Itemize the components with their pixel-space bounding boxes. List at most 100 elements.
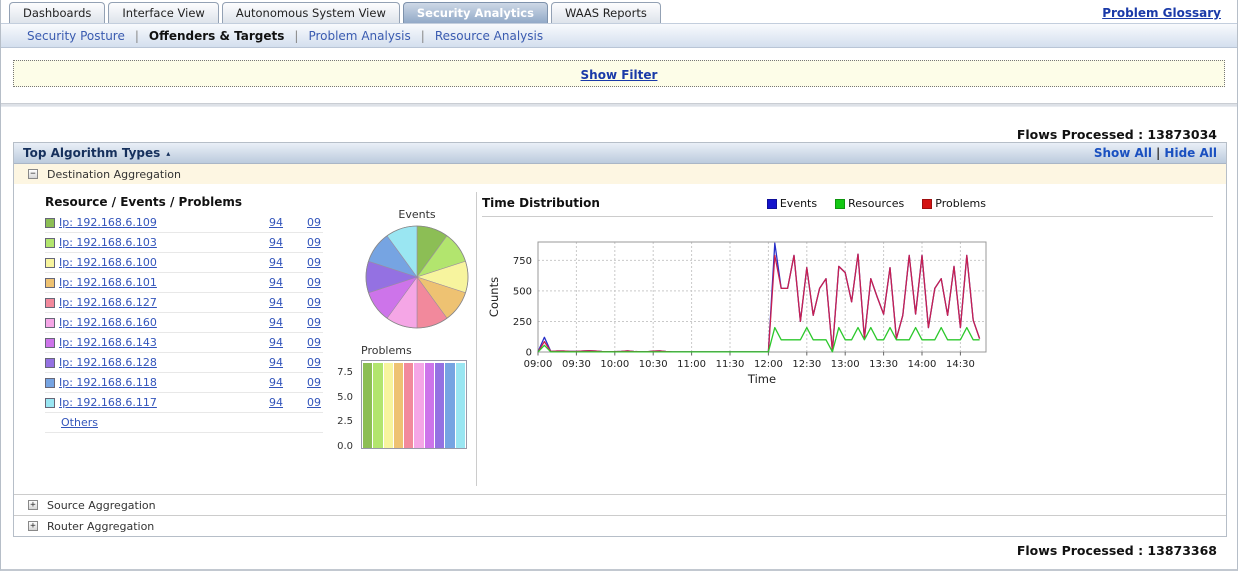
resource-row: Ip: 192.168.6.101 94 09 (45, 273, 323, 293)
destination-aggregation-row[interactable]: − Destination Aggregation (14, 164, 1226, 184)
svg-text:250: 250 (513, 317, 532, 328)
problem-bar (424, 362, 435, 448)
legend-label: Problems (935, 197, 986, 210)
svg-text:09:30: 09:30 (562, 359, 591, 370)
subnav-separator: | (134, 28, 139, 43)
panel-header: Top Algorithm Types ▴ Show All | Hide All (14, 143, 1226, 164)
resource-row: Ip: 192.168.6.143 94 09 (45, 333, 323, 353)
ip-link[interactable]: Ip: 192.168.6.109 (59, 216, 157, 229)
resource-row: Ip: 192.168.6.160 94 09 (45, 313, 323, 333)
events-pie-svg (365, 225, 469, 329)
events-count-link[interactable]: 94 (269, 236, 297, 249)
bar-ytick-label: 5.0 (337, 391, 353, 403)
events-pie-title: Events (398, 208, 436, 221)
tab-interface-view[interactable]: Interface View (108, 2, 219, 24)
legend-label: Events (779, 197, 818, 210)
expand-toggle-icon[interactable]: + (28, 500, 38, 510)
legend-item: Resources (835, 197, 904, 210)
router-aggregation-row[interactable]: + Router Aggregation (14, 515, 1226, 536)
problems-count-link[interactable]: 09 (297, 296, 321, 309)
legend-label: Resources (848, 197, 905, 210)
problems-yaxis: 7.5 5.0 2.5 0.0 (327, 358, 357, 452)
time-chart-legend: Events Resources Problems (749, 197, 986, 210)
problems-count-link[interactable]: 09 (297, 236, 321, 249)
row-color-swatch (45, 277, 55, 288)
problem-bar (414, 362, 424, 448)
ip-link[interactable]: Ip: 192.168.6.100 (59, 256, 157, 269)
events-count-link[interactable]: 94 (269, 316, 297, 329)
problems-count-link[interactable]: 09 (297, 336, 321, 349)
ip-link[interactable]: Ip: 192.168.6.103 (59, 236, 157, 249)
others-row: Others (45, 413, 323, 433)
flows-processed-top: Flows Processed : 13873034 (1016, 127, 1217, 142)
svg-text:11:00: 11:00 (677, 359, 706, 370)
collapse-toggle-icon[interactable]: − (28, 169, 38, 179)
ip-link[interactable]: Ip: 192.168.6.160 (59, 316, 157, 329)
events-count-link[interactable]: 94 (269, 376, 297, 389)
legend-item: Events (766, 197, 818, 210)
resource-row: Ip: 192.168.6.103 94 09 (45, 233, 323, 253)
hide-all-link[interactable]: Hide All (1164, 146, 1217, 160)
subnav-security-posture[interactable]: Security Posture (27, 29, 125, 43)
svg-text:10:00: 10:00 (600, 359, 629, 370)
subnav-resource-analysis[interactable]: Resource Analysis (435, 29, 543, 43)
problems-count-link[interactable]: 09 (297, 376, 321, 389)
panel-title: Top Algorithm Types (23, 146, 161, 160)
events-count-link[interactable]: 94 (269, 356, 297, 369)
resource-row: Ip: 192.168.6.100 94 09 (45, 253, 323, 273)
row-color-swatch (45, 357, 55, 368)
bar-ytick-label: 7.5 (337, 366, 353, 378)
problems-count-link[interactable]: 09 (297, 396, 321, 409)
problems-count-link[interactable]: 09 (297, 256, 321, 269)
resource-row: Ip: 192.168.6.118 94 09 (45, 373, 323, 393)
events-count-link[interactable]: 94 (269, 296, 297, 309)
others-link[interactable]: Others (61, 416, 98, 429)
problem-glossary-link[interactable]: Problem Glossary (1102, 6, 1221, 20)
ip-link[interactable]: Ip: 192.168.6.143 (59, 336, 157, 349)
legend-item: Problems (922, 197, 986, 210)
top-algorithm-types-panel: Top Algorithm Types ▴ Show All | Hide All … (13, 142, 1227, 537)
svg-text:12:00: 12:00 (754, 359, 783, 370)
flows-processed-bottom: Flows Processed : 13873368 (1016, 543, 1217, 558)
tab-security-analytics[interactable]: Security Analytics (402, 2, 548, 24)
resource-row: Ip: 192.168.6.128 94 09 (45, 353, 323, 373)
row-color-swatch (45, 257, 55, 268)
source-aggregation-row[interactable]: + Source Aggregation (14, 494, 1226, 515)
svg-text:0: 0 (526, 348, 532, 359)
events-count-link[interactable]: 94 (269, 276, 297, 289)
section-divider (1, 103, 1237, 107)
problem-bar (363, 362, 373, 448)
links-separator: | (1156, 146, 1161, 160)
show-all-link[interactable]: Show All (1094, 146, 1152, 160)
events-count-link[interactable]: 94 (269, 216, 297, 229)
events-count-link[interactable]: 94 (269, 396, 297, 409)
events-count-link[interactable]: 94 (269, 336, 297, 349)
subnav-problem-analysis[interactable]: Problem Analysis (308, 29, 410, 43)
column-divider (476, 192, 477, 486)
problems-count-link[interactable]: 09 (297, 316, 321, 329)
svg-text:Time: Time (747, 372, 776, 386)
svg-text:500: 500 (513, 286, 532, 297)
ip-link[interactable]: Ip: 192.168.6.127 (59, 296, 157, 309)
ip-link[interactable]: Ip: 192.168.6.117 (59, 396, 157, 409)
svg-text:12:30: 12:30 (792, 359, 821, 370)
svg-text:750: 750 (513, 256, 532, 267)
problem-bar (383, 362, 393, 448)
tab-autonomous-system-view[interactable]: Autonomous System View (221, 2, 400, 24)
events-count-link[interactable]: 94 (269, 256, 297, 269)
tab-waas-reports[interactable]: WAAS Reports (550, 2, 661, 24)
expand-toggle-icon[interactable]: + (28, 521, 38, 531)
show-filter-link[interactable]: Show Filter (581, 68, 658, 82)
resource-list: Ip: 192.168.6.109 94 09 Ip: 192.168.6.10… (45, 213, 323, 413)
collapse-arrow-icon[interactable]: ▴ (166, 149, 170, 158)
ip-link[interactable]: Ip: 192.168.6.118 (59, 376, 157, 389)
svg-text:Counts: Counts (487, 277, 501, 317)
problems-count-link[interactable]: 09 (297, 216, 321, 229)
legend-swatch (922, 198, 933, 209)
ip-link[interactable]: Ip: 192.168.6.101 (59, 276, 157, 289)
tab-dashboards[interactable]: Dashboards (9, 2, 106, 24)
problems-count-link[interactable]: 09 (297, 276, 321, 289)
ip-link[interactable]: Ip: 192.168.6.128 (59, 356, 157, 369)
problems-count-link[interactable]: 09 (297, 356, 321, 369)
subnav-offenders-targets[interactable]: Offenders & Targets (149, 29, 284, 43)
